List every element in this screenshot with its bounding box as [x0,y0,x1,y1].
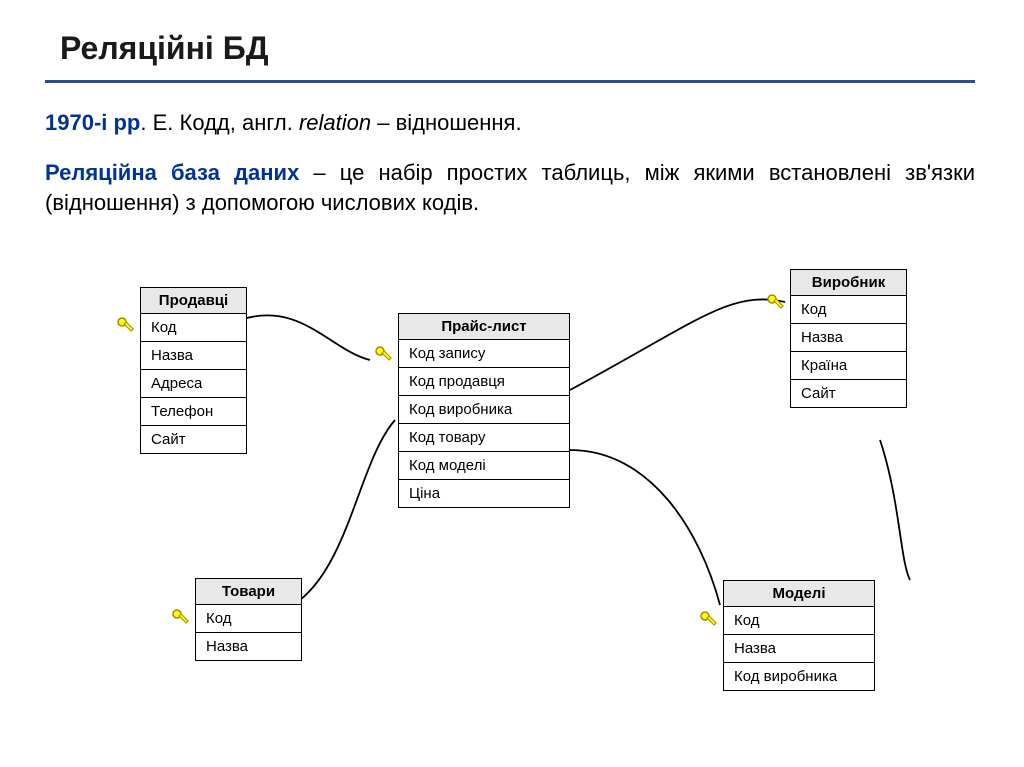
table-models-field: Код [724,607,874,635]
table-manufacturer-header: Виробник [791,270,906,296]
intro-text-a: . Е. Кодд, англ. [140,110,299,135]
table-models: Моделі Код Назва Код виробника [723,580,875,691]
table-pricelist: Прайс-лист Код запису Код продавця Код в… [398,313,570,508]
key-icon [766,293,786,313]
table-sellers-field: Назва [141,342,246,370]
table-pricelist-field: Код товару [399,424,569,452]
table-manufacturer-field: Сайт [791,380,906,407]
table-sellers-field: Сайт [141,426,246,453]
table-sellers-header: Продавці [141,288,246,314]
table-goods-field: Код [196,605,301,633]
table-manufacturer: Виробник Код Назва Країна Сайт [790,269,907,408]
table-pricelist-field: Ціна [399,480,569,507]
intro-italic: relation [299,110,371,135]
key-icon [171,608,191,628]
intro-highlight: Реляційна база даних [45,160,299,185]
intro-year: 1970-і рр [45,110,140,135]
table-sellers-field: Адреса [141,370,246,398]
intro-line-1: 1970-і рр. Е. Кодд, англ. relation – від… [45,110,522,136]
table-goods: Товари Код Назва [195,578,302,661]
table-manufacturer-field: Назва [791,324,906,352]
key-icon [116,316,136,336]
table-sellers: Продавці Код Назва Адреса Телефон Сайт [140,287,247,454]
intro-text-b: – відношення. [371,110,521,135]
table-pricelist-field: Код моделі [399,452,569,480]
table-pricelist-header: Прайс-лист [399,314,569,340]
table-models-field: Назва [724,635,874,663]
table-goods-header: Товари [196,579,301,605]
table-pricelist-field: Код продавця [399,368,569,396]
table-models-field: Код виробника [724,663,874,690]
table-pricelist-field: Код виробника [399,396,569,424]
page-title: Реляційні БД [60,30,268,67]
key-icon [699,610,719,630]
table-manufacturer-field: Код [791,296,906,324]
title-underline [45,80,975,83]
table-pricelist-field: Код запису [399,340,569,368]
table-models-header: Моделі [724,581,874,607]
table-sellers-field: Телефон [141,398,246,426]
table-sellers-field: Код [141,314,246,342]
table-manufacturer-field: Країна [791,352,906,380]
intro-line-2: Реляційна база даних – це набір простих … [45,158,975,217]
table-goods-field: Назва [196,633,301,660]
key-icon [374,345,394,365]
